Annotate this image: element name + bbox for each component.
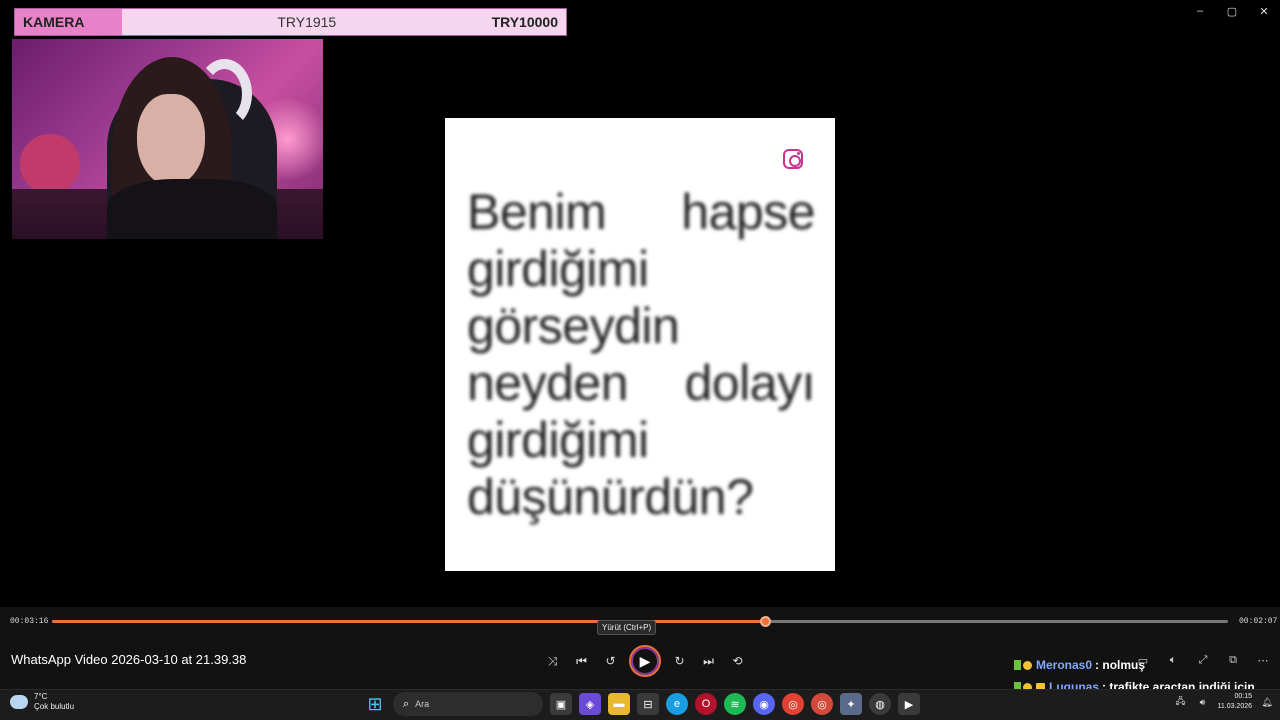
plush-toy — [20, 134, 80, 194]
goal-target: TRY10000 — [491, 14, 558, 30]
video-text-line: görseydin — [467, 298, 815, 355]
chat-message: Meronas0: nolmuş — [1014, 654, 1255, 676]
app-icon[interactable]: ✦ — [840, 693, 862, 715]
streamer-face — [137, 94, 205, 186]
clock-date: 11.03.2026 — [1217, 703, 1252, 710]
forward-30-icon[interactable]: ↻ — [665, 646, 694, 676]
store-icon[interactable]: ⊟ — [637, 693, 659, 715]
search-placeholder: Ara — [415, 699, 430, 709]
cloud-icon — [10, 695, 28, 709]
video-text-word: Benim — [467, 184, 607, 240]
video-title: WhatsApp Video 2026-03-10 at 21.39.38 — [11, 652, 247, 667]
speaker-icon[interactable]: 🔊︎ — [1195, 695, 1209, 709]
repeat-icon[interactable]: ⟲ — [723, 646, 752, 676]
badge-icon — [1014, 660, 1021, 670]
media-player-icon[interactable]: ▶ — [898, 693, 920, 715]
maximize-icon[interactable]: ▢ — [1216, 0, 1248, 22]
play-tooltip: Yürüt (Ctrl+P) — [597, 620, 657, 635]
seek-handle[interactable] — [759, 616, 771, 627]
previous-icon[interactable]: ⏮ — [567, 646, 596, 676]
chrome-profile-icon[interactable]: ◎ — [811, 693, 833, 715]
task-view-icon[interactable]: ▣ — [550, 693, 572, 715]
network-icon[interactable]: 🖧︎ — [1173, 695, 1187, 709]
instagram-icon — [783, 149, 803, 169]
weather-temp: 7°C — [34, 692, 48, 701]
play-button[interactable]: ▶ — [629, 645, 661, 677]
taskbar-search[interactable]: ⌕ Ara — [393, 692, 543, 716]
discord-icon[interactable]: ◉ — [753, 693, 775, 715]
webcam-feed — [12, 39, 323, 239]
rewind-10-icon[interactable]: ↺ — [596, 646, 625, 676]
windows-start-icon[interactable]: ⊞ — [364, 693, 386, 715]
video-text-word: neyden — [467, 355, 629, 411]
copilot-icon[interactable]: ◈ — [579, 693, 601, 715]
notification-icon[interactable]: 🔔︎ — [1260, 695, 1274, 709]
seek-progress — [52, 620, 765, 623]
video-text-word: hapse — [681, 184, 815, 240]
more-icon[interactable]: ⋯ — [1252, 651, 1274, 669]
goal-current: TRY1915 — [277, 14, 337, 30]
clock-time: 00:15 — [1234, 693, 1252, 700]
video-text-line: düşünürdün? — [467, 469, 815, 526]
video-text-line: girdiğimi — [467, 412, 815, 469]
streamer-body — [107, 179, 277, 239]
elapsed-time: 00:03:16 — [10, 617, 49, 626]
close-icon[interactable]: ✕ — [1248, 0, 1280, 22]
shuffle-icon[interactable]: ⤨ — [538, 646, 567, 676]
playback-controls: ⤨ ⏮ ↺ ▶ ↻ ⏭ ⟲ — [538, 645, 752, 677]
remaining-time: 00:02:07 — [1239, 617, 1278, 626]
video-text-line: Benim hapse — [467, 184, 815, 241]
video-text-word: girdiğimi — [467, 412, 649, 468]
taskbar-apps: ⊞ ⌕ Ara ▣ ◈ ▬ ⊟ e O ≋ ◉ ◎ ◎ ✦ ◍ ▶ — [364, 692, 920, 716]
window-controls: – ▢ ✕ — [1184, 0, 1280, 22]
opera-icon[interactable]: O — [695, 693, 717, 715]
system-tray: 🖧︎ 🔊︎ 00:15 11.03.2026 🔔︎ — [1173, 692, 1274, 712]
chrome-icon[interactable]: ◎ — [782, 693, 804, 715]
weather-desc: Çok bulutlu — [34, 702, 75, 711]
camera-goal-bar: KAMERA TRY1915 TRY10000 — [14, 8, 567, 36]
chat-username[interactable]: Meronas0 — [1036, 658, 1092, 672]
file-explorer-icon[interactable]: ▬ — [608, 693, 630, 715]
minimize-icon[interactable]: – — [1184, 0, 1216, 22]
next-icon[interactable]: ⏭ — [694, 646, 723, 676]
video-text-line: neyden dolayı — [467, 355, 816, 412]
video-text-word: girdiğimi — [467, 241, 649, 297]
coin-badge-icon — [1023, 660, 1032, 670]
video-text-word: düşünürdün? — [467, 469, 754, 525]
goal-label: KAMERA — [15, 9, 122, 35]
edge-icon[interactable]: e — [666, 693, 688, 715]
headset — [197, 59, 252, 129]
video-text-word: dolayı — [684, 355, 816, 411]
obs-icon[interactable]: ◍ — [869, 693, 891, 715]
clock[interactable]: 00:15 11.03.2026 — [1217, 692, 1252, 712]
weather-widget[interactable]: 7°C Çok bulutlu — [10, 692, 74, 712]
search-icon: ⌕ — [403, 697, 410, 710]
video-frame: Benim hapse girdiğimi görseydin neyden dolayı… — [445, 118, 835, 571]
video-text-line: girdiğimi — [467, 241, 815, 298]
media-player-window: – ▢ ✕ KAMERA TRY1915 TRY10000 Benim hapse… — [0, 0, 1280, 720]
spotify-icon[interactable]: ≋ — [724, 693, 746, 715]
chat-text: : nolmuş — [1095, 658, 1146, 672]
video-text: Benim hapse girdiğimi görseydin neyden dolayı… — [467, 184, 816, 526]
video-text-word: görseydin — [467, 298, 680, 354]
